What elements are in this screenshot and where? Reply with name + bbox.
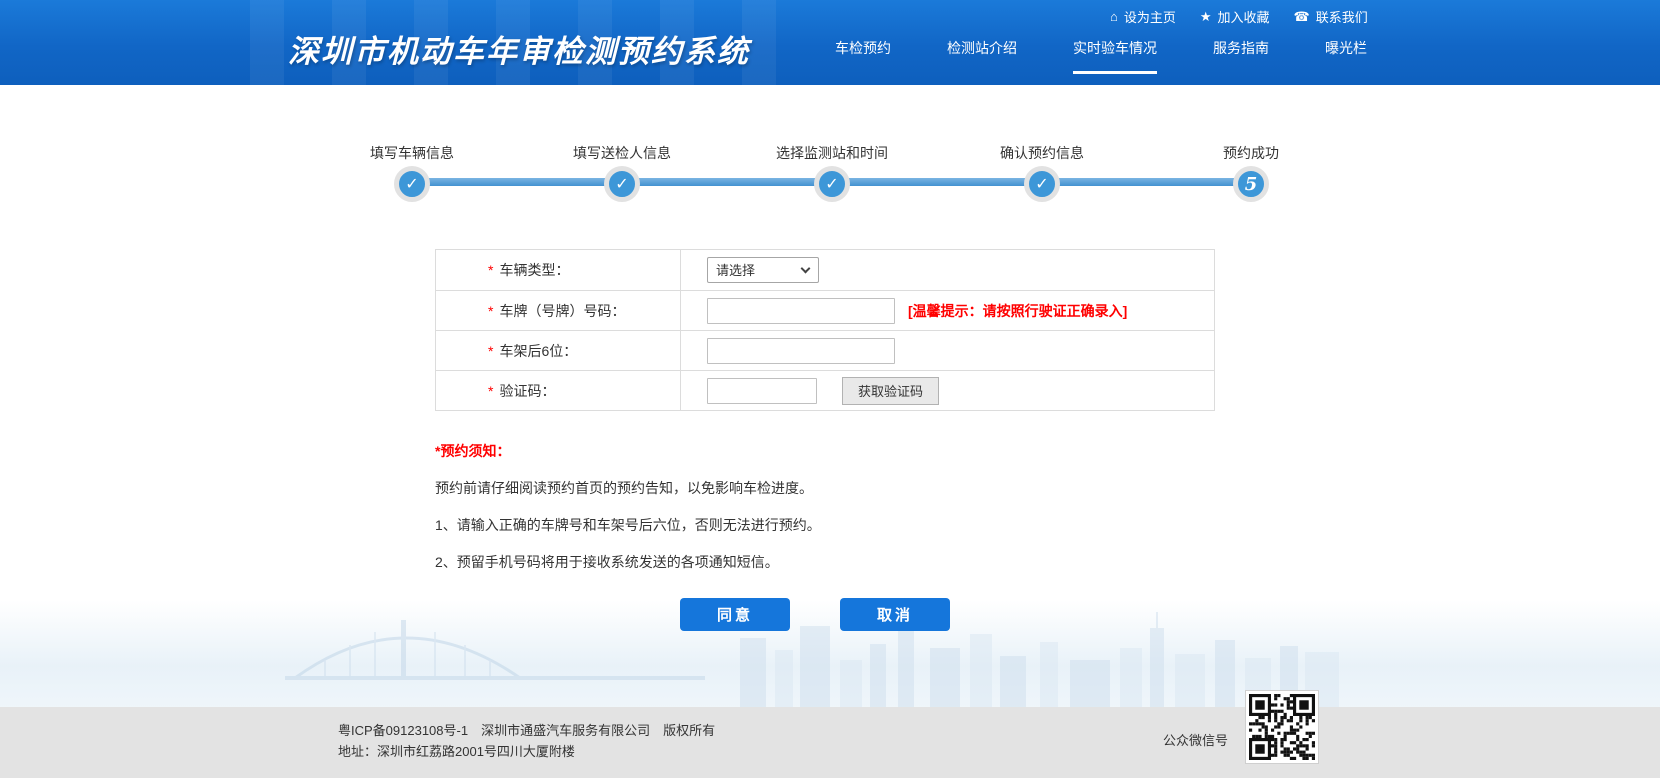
- contact-us-link[interactable]: ☎ 联系我们: [1294, 7, 1368, 26]
- set-homepage-link[interactable]: ⌂ 设为主页: [1110, 7, 1176, 26]
- form-row-vehicle-type: * 车辆类型： 请选择: [436, 250, 1214, 290]
- required-asterisk: *: [488, 303, 493, 319]
- page: ⌂ 设为主页 ★ 加入收藏 ☎ 联系我们 深圳市机动车年审检测预约系统 车检预约…: [0, 0, 1660, 778]
- booking-notice: *预约须知： 预约前请仔细阅读预约首页的预约告知，以免影响车检进度。 1、请输入…: [435, 441, 821, 572]
- home-icon: ⌂: [1110, 10, 1118, 23]
- plate-number-hint: [温馨提示：请按照行驶证正确录入]: [908, 301, 1127, 321]
- booking-notice-line: 2、预留手机号码将用于接收系统发送的各项通知短信。: [435, 552, 821, 572]
- get-captcha-button[interactable]: 获取验证码: [842, 377, 939, 405]
- nav-item-realtime-inspection-status[interactable]: 实时验车情况: [1073, 38, 1157, 74]
- step-circle-5-current: 5: [1233, 166, 1269, 202]
- step-label-station-time: 选择监测站和时间: [776, 143, 888, 163]
- nav-item-station-intro[interactable]: 检测站介绍: [947, 38, 1017, 74]
- step-label-inspector-info: 填写送检人信息: [573, 143, 671, 163]
- plate-number-field-cell: [温馨提示：请按照行驶证正确录入]: [681, 291, 1214, 330]
- step-circle-3-check-icon: ✓: [814, 166, 850, 202]
- captcha-label: 验证码：: [499, 381, 555, 401]
- qr-pattern: [1249, 694, 1315, 760]
- set-homepage-label: 设为主页: [1124, 7, 1176, 26]
- booking-notice-line: 1、请输入正确的车牌号和车架号后六位，否则无法进行预约。: [435, 515, 821, 535]
- vehicle-type-label: 车辆类型：: [499, 260, 569, 280]
- header: ⌂ 设为主页 ★ 加入收藏 ☎ 联系我们 深圳市机动车年审检测预约系统 车检预约…: [0, 0, 1660, 85]
- step-circle-4-check-icon: ✓: [1024, 166, 1060, 202]
- add-favorite-link[interactable]: ★ 加入收藏: [1200, 7, 1270, 26]
- required-asterisk: *: [488, 383, 493, 399]
- plate-number-label: 车牌（号牌）号码：: [499, 301, 625, 321]
- topbar-links: ⌂ 设为主页 ★ 加入收藏 ☎ 联系我们: [1110, 7, 1368, 26]
- captcha-label-cell: * 验证码：: [436, 371, 681, 410]
- captcha-input[interactable]: [707, 378, 817, 404]
- step-circle-2-check-icon: ✓: [604, 166, 640, 202]
- vin-last6-field-cell: [681, 331, 1214, 370]
- wechat-qr-code: [1245, 690, 1319, 764]
- step-circle-1-check-icon: ✓: [394, 166, 430, 202]
- vin-last6-label: 车架后6位：: [499, 341, 577, 361]
- booking-notice-line: 预约前请仔细阅读预约首页的预约告知，以免影响车检进度。: [435, 478, 821, 498]
- step-label-confirm-booking: 确认预约信息: [1000, 143, 1084, 163]
- cancel-button[interactable]: 取消: [840, 598, 950, 631]
- plate-number-input[interactable]: [707, 298, 895, 324]
- wechat-account-label: 公众微信号: [1163, 730, 1228, 749]
- form-row-captcha: * 验证码： 获取验证码: [436, 370, 1214, 410]
- booking-notice-title: *预约须知：: [435, 441, 821, 461]
- step-label-vehicle-info: 填写车辆信息: [370, 143, 454, 163]
- contact-us-label: 联系我们: [1316, 7, 1368, 26]
- phone-icon: ☎: [1294, 10, 1310, 23]
- step-label-booking-success: 预约成功: [1223, 143, 1279, 163]
- required-asterisk: *: [488, 262, 493, 278]
- vehicle-type-field-cell: 请选择: [681, 250, 1214, 290]
- main-nav: 车检预约 检测站介绍 实时验车情况 服务指南 曝光栏: [835, 38, 1367, 74]
- nav-item-vehicle-inspection-booking[interactable]: 车检预约: [835, 38, 891, 74]
- required-asterisk: *: [488, 343, 493, 359]
- form-row-vin-last6: * 车架后6位：: [436, 330, 1214, 370]
- form-row-plate-number: * 车牌（号牌）号码： [温馨提示：请按照行驶证正确录入]: [436, 290, 1214, 330]
- agree-button[interactable]: 同意: [680, 598, 790, 631]
- footer-copyright: 粤ICP备09123108号-1 深圳市通盛汽车服务有限公司 版权所有: [338, 720, 715, 741]
- city-skyline-watermark: [280, 590, 1360, 708]
- site-title: 深圳市机动车年审检测预约系统: [288, 26, 750, 71]
- vehicle-type-label-cell: * 车辆类型：: [436, 250, 681, 290]
- nav-item-service-guide[interactable]: 服务指南: [1213, 38, 1269, 74]
- footer-address: 地址：深圳市红荔路2001号四川大厦附楼: [338, 741, 715, 762]
- vin-last6-input[interactable]: [707, 338, 895, 364]
- plate-number-label-cell: * 车牌（号牌）号码：: [436, 291, 681, 330]
- footer-text: 粤ICP备09123108号-1 深圳市通盛汽车服务有限公司 版权所有 地址：深…: [338, 720, 715, 762]
- captcha-field-cell: 获取验证码: [681, 371, 1214, 410]
- vehicle-type-select-wrap: 请选择: [707, 257, 819, 283]
- vin-last6-label-cell: * 车架后6位：: [436, 331, 681, 370]
- nav-item-exposure-board[interactable]: 曝光栏: [1325, 38, 1367, 74]
- star-icon: ★: [1200, 10, 1212, 23]
- footer: 粤ICP备09123108号-1 深圳市通盛汽车服务有限公司 版权所有 地址：深…: [0, 707, 1660, 778]
- vehicle-form-table: * 车辆类型： 请选择 * 车牌（号牌）号码： [温馨提示：请按照行驶证正确录入…: [435, 249, 1215, 411]
- add-favorite-label: 加入收藏: [1218, 7, 1270, 26]
- vehicle-type-select[interactable]: 请选择: [707, 257, 819, 283]
